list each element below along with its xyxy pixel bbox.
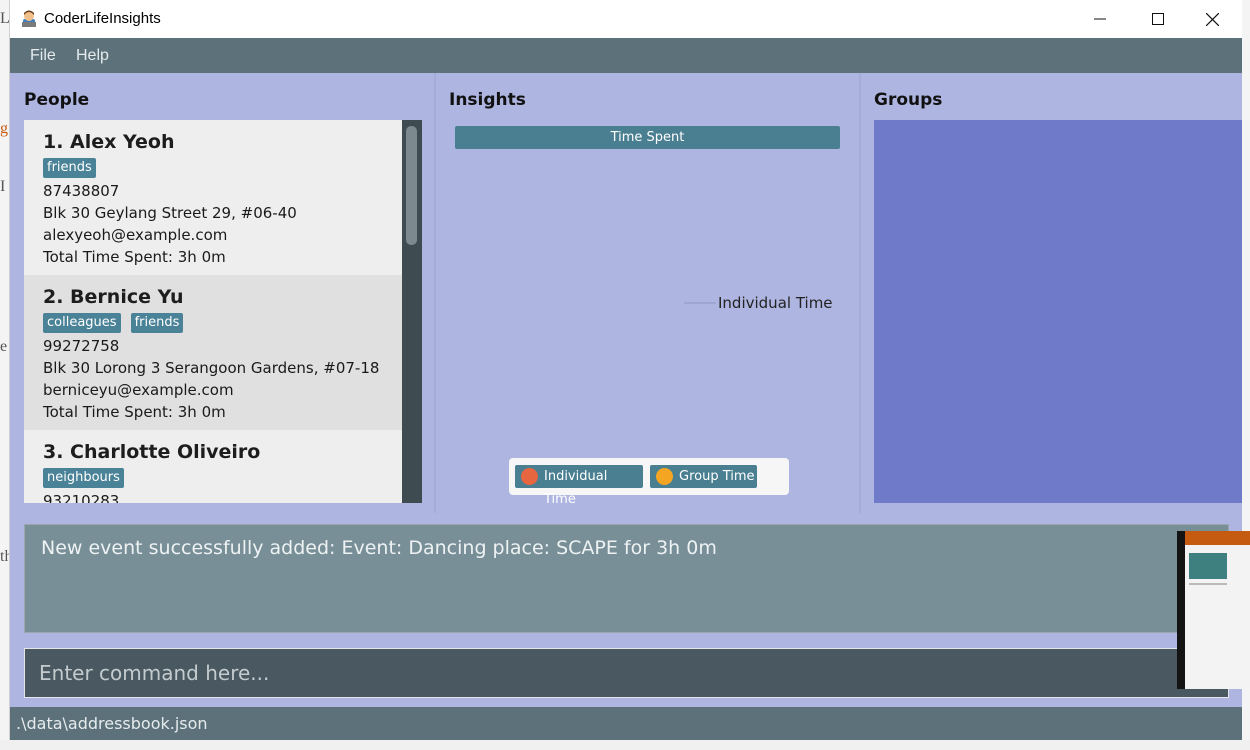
insights-panel-title: Insights <box>449 90 526 110</box>
groups-list[interactable] <box>874 120 1242 503</box>
person-card[interactable]: 1. Alex Yeoh friends 87438807 Blk 30 Gey… <box>24 120 402 275</box>
person-list[interactable]: 1. Alex Yeoh friends 87438807 Blk 30 Gey… <box>24 120 422 503</box>
close-icon <box>1205 12 1219 26</box>
panel-divider <box>434 73 436 513</box>
person-address: Blk 30 Geylang Street 29, #06-40 <box>43 204 297 222</box>
legend-item-group: Group Time <box>650 465 757 488</box>
coder-app-icon <box>22 10 36 27</box>
legend-color-dot <box>656 468 673 485</box>
panel-divider <box>859 73 861 513</box>
background-bottom <box>0 740 1250 750</box>
menu-file[interactable]: File <box>30 47 56 65</box>
tag-badge: colleagues <box>43 313 121 333</box>
person-tags: colleagues friends <box>43 313 184 333</box>
maximize-button[interactable] <box>1129 0 1187 38</box>
person-email: alexyeoh@example.com <box>43 226 228 244</box>
background-document: Li g I e th <box>0 0 9 750</box>
person-name: 1. Alex Yeoh <box>43 131 175 153</box>
pie-label-line <box>684 302 716 304</box>
person-address: Blk 30 Lorong 3 Serangoon Gardens, #07-1… <box>43 359 380 377</box>
person-list-scrollbar[interactable] <box>402 120 422 503</box>
scrollbar-thumb[interactable] <box>406 126 417 245</box>
legend-color-dot <box>521 468 538 485</box>
legend-label: Group Time <box>679 469 755 484</box>
person-tags: neighbours <box>43 468 124 488</box>
thumbnail-preview <box>1185 531 1250 689</box>
person-card[interactable]: 2. Bernice Yu colleagues friends 9927275… <box>24 275 402 430</box>
person-time: Total Time Spent: 3h 0m <box>43 403 226 421</box>
minimize-button[interactable] <box>1071 0 1129 38</box>
person-name: 2. Bernice Yu <box>43 286 184 308</box>
person-email: berniceyu@example.com <box>43 381 234 399</box>
save-location: .\data\addressbook.json <box>16 714 208 733</box>
tag-badge: friends <box>130 313 184 333</box>
pie-slice-label: Individual Time <box>718 294 833 312</box>
close-button[interactable] <box>1183 0 1241 38</box>
groups-panel-title: Groups <box>874 90 943 110</box>
chart-title: Time Spent <box>455 126 840 149</box>
maximize-icon <box>1152 13 1164 25</box>
legend-label: Individual Time <box>544 469 608 507</box>
menu-help[interactable]: Help <box>76 47 109 65</box>
person-phone: 93210283 <box>43 492 120 503</box>
menu-bar: File Help <box>10 38 1242 73</box>
person-name: 3. Charlotte Oliveiro <box>43 441 261 463</box>
legend-item-individual: Individual Time <box>515 465 643 507</box>
tag-badge: friends <box>43 158 96 178</box>
person-card[interactable]: 3. Charlotte Oliveiro neighbours 9321028… <box>24 430 402 503</box>
result-message: New event successfully added: Event: Dan… <box>41 537 717 559</box>
minimize-icon <box>1094 18 1106 20</box>
app-window: CoderLifeInsights File Help People Insig… <box>9 0 1242 740</box>
command-input[interactable] <box>25 649 1219 697</box>
status-bar: .\data\addressbook.json <box>10 707 1242 740</box>
window-title: CoderLifeInsights <box>44 10 161 27</box>
people-panel-title: People <box>24 90 90 110</box>
person-time: Total Time Spent: 3h 0m <box>43 248 226 266</box>
result-display: New event successfully added: Event: Dan… <box>24 524 1229 633</box>
title-bar: CoderLifeInsights <box>10 0 1242 38</box>
chart-legend: Individual Time Group Time <box>509 458 789 507</box>
taskbar-thumbnail[interactable] <box>1177 531 1250 689</box>
person-tags: friends <box>43 158 96 178</box>
person-phone: 99272758 <box>43 337 120 355</box>
command-box[interactable] <box>24 648 1229 698</box>
person-phone: 87438807 <box>43 182 120 200</box>
tag-badge: neighbours <box>43 468 124 488</box>
